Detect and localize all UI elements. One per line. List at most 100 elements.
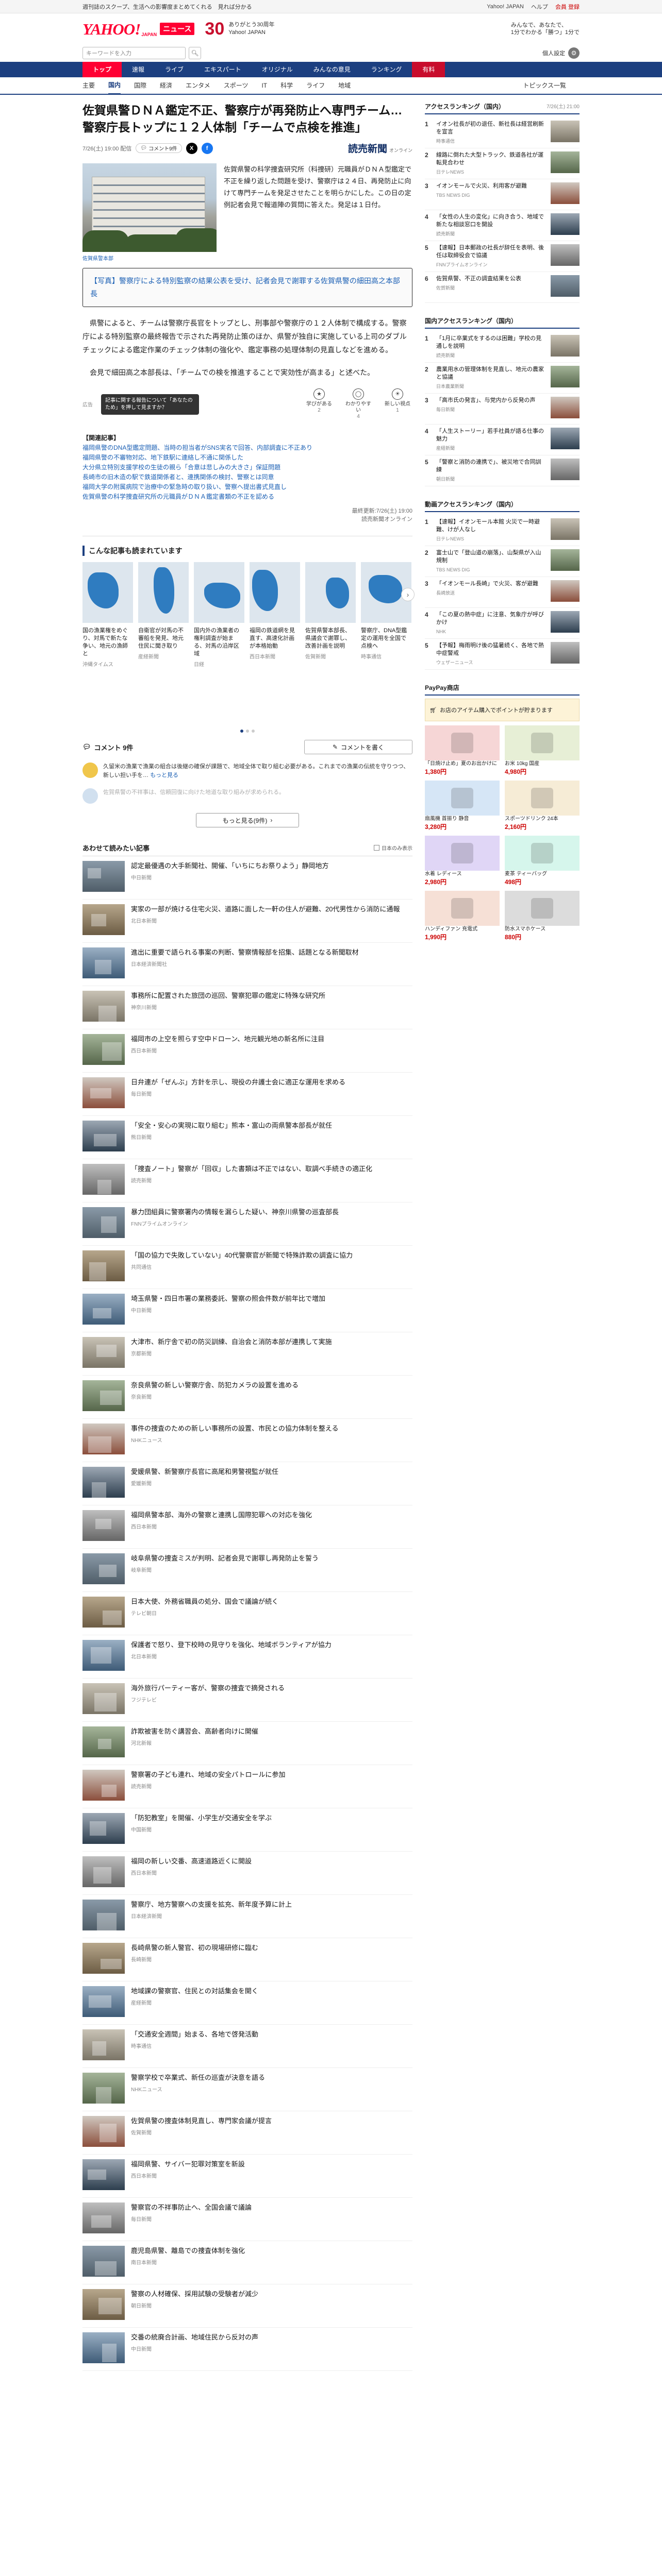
ranking-item[interactable]: 2 線路に倒れた大型トラック、鉄道各社が運転見合わせ 日テレNEWS xyxy=(425,148,580,179)
related-row[interactable]: 詐欺被害を防ぐ講習会、高齢者向けに開催 河北新報 xyxy=(82,1722,412,1765)
related-row[interactable]: 地域課の警察官、住民との対話集会を開く 産経新聞 xyxy=(82,1981,412,2025)
shop-item[interactable]: 扇風機 首振り 静音 3,280円 xyxy=(425,781,500,831)
yahoo-japan-link[interactable]: Yahoo! JAPAN xyxy=(487,4,524,10)
carousel-next-icon[interactable]: › xyxy=(401,588,415,601)
related-row[interactable]: 事務所に配置された旅団の巡回、警察犯罪の鑑定に特殊な研究所 神奈川新聞 xyxy=(82,986,412,1029)
ranking-item[interactable]: 1 【速報】イオンモール本館 火災で一時避難、けが人なし 日テレNEWS xyxy=(425,515,580,546)
shop-item[interactable]: スポーツドリンク 24本 2,160円 xyxy=(505,781,580,831)
ranking-item[interactable]: 4 「人生ストーリー」若手社員が語る仕事の魅力 産経新聞 xyxy=(425,425,580,455)
category-tab[interactable]: 国際 xyxy=(134,77,146,94)
nav-item[interactable]: トップ xyxy=(82,62,122,77)
related-row[interactable]: 日弁連が「ぜんぶ」方針を示し、現役の弁護士会に適正な運用を求める 毎日新聞 xyxy=(82,1073,412,1116)
category-tab[interactable]: エンタメ xyxy=(186,77,210,94)
category-tab[interactable]: 主要 xyxy=(82,77,95,94)
help-link[interactable]: ヘルプ xyxy=(531,3,548,11)
header-ad[interactable]: みんなで、あなたで、 1分でわかる「勝つ」1分で xyxy=(511,22,580,36)
related-link[interactable]: 長崎市の旧木造の駅で鉄道関係者と、連携関係の検討、警察とは同意 xyxy=(82,472,412,482)
shop-item[interactable]: ハンディファン 充電式 1,990円 xyxy=(425,891,500,941)
ranking-item[interactable]: 3 イオンモールで火災、利用客が避難 TBS NEWS DIG xyxy=(425,179,580,210)
search-button[interactable]: 🔍︎ xyxy=(189,47,201,59)
related-row[interactable]: 愛媛県警、新警察庁長官に高尾和男警視監が就任 愛媛新聞 xyxy=(82,1462,412,1505)
related-link[interactable]: 福岡大学の附属病院で治療中の緊急時の取り扱い、警察へ提出書式見直し xyxy=(82,482,412,492)
related-row[interactable]: 鹿児島県警、離島での捜査体制を強化 南日本新聞 xyxy=(82,2241,412,2284)
shop-banner[interactable]: 🛒︎ お店のアイテム購入でポイントが貯まります xyxy=(425,699,580,721)
yahoo-logo[interactable]: YAHOO! JAPAN xyxy=(82,21,157,37)
recommend-card[interactable]: 警察庁、DNA型鑑定の運用を全国で点検へ 時事通信 xyxy=(361,562,411,668)
ranking-item[interactable]: 1 「1月に卒業式をするのは困難」学校の見通しを説明 読売新聞 xyxy=(425,332,580,363)
avatar[interactable] xyxy=(82,788,98,804)
ranking-item[interactable]: 6 佐賀県警、不正の調査結果を公表 佐賀新聞 xyxy=(425,272,580,303)
nav-item[interactable]: みんなの意見 xyxy=(303,62,361,77)
related-row[interactable]: 佐賀県警の捜査体制見直し、専門家会議が提言 佐賀新聞 xyxy=(82,2111,412,2155)
shop-item[interactable]: 「日焼け止め」夏のお出かけに 1,380円 xyxy=(425,725,500,775)
article-photo[interactable] xyxy=(82,163,217,252)
related-link[interactable]: 佐賀県警の科学捜査研究所の元職員がＤＮＡ鑑定書類の不正を認める xyxy=(82,492,412,502)
category-tab[interactable]: IT xyxy=(261,77,267,94)
category-tab[interactable]: 科学 xyxy=(280,77,293,94)
topbar-promo-link[interactable]: 週刊誌のスクープ、生活への影響度まとめてくれる 見れば分かる xyxy=(82,3,252,11)
comment-count-pill[interactable]: 💬︎ コメント9件 xyxy=(136,143,182,153)
related-row[interactable]: 福岡の新しい交番、高速道路近くに開設 西日本新聞 xyxy=(82,1852,412,1895)
ranking-item[interactable]: 1 イオン社長が初の退任、新社長は経営刷新を宣言 時事通信 xyxy=(425,117,580,148)
anniversary-badge[interactable]: 30 ありがとう30周年 Yahoo! JAPAN xyxy=(205,19,274,39)
related-row[interactable]: 保護者で怒り、登下校時の見守りを強化、地域ボランティアが協力 北日本新聞 xyxy=(82,1635,412,1679)
reaction-button[interactable]: ★ 学びがある 2 xyxy=(304,388,334,420)
recommend-card[interactable]: 国内外の漁業者の権利調査が始まる、対馬の沿岸区域 日経 xyxy=(194,562,244,668)
related-link[interactable]: 福岡県警のDNA型鑑定問題、当時の担当者がSNS実名で回答、内部調査に不正あり xyxy=(82,443,412,453)
register-link[interactable]: 会員 登録 xyxy=(555,3,580,11)
related-row[interactable]: 認定最優遇の大手新聞社、開催、「いちにちお祭りよう」静岡地方 中日新聞 xyxy=(82,856,412,900)
related-row[interactable]: 実家の一部が焼ける住宅火災、道路に面した一軒の住人が避難、20代男性から消防に通… xyxy=(82,900,412,943)
photo-credit[interactable]: 佐賀県警本部 xyxy=(82,254,217,262)
news-section-label[interactable]: ニュース xyxy=(160,23,195,35)
recommend-card[interactable]: 佐賀県警本部長、県議会で謝罪し、改善計画を説明 佐賀新聞 xyxy=(305,562,356,668)
shop-item[interactable]: 防水スマホケース 880円 xyxy=(505,891,580,941)
related-row[interactable]: 進出に重要で語られる事案の判断、警察情報部を招集、話題となる新聞取材 日本経済新聞… xyxy=(82,943,412,986)
shop-item[interactable]: 水着 レディース 2,980円 xyxy=(425,836,500,886)
gear-icon[interactable]: ⚙ xyxy=(568,47,580,59)
related-link[interactable]: 福岡県警の不審物対応、地下鉄駅に連絡し不通に関係した xyxy=(82,453,412,463)
related-row[interactable]: 福岡市の上空を照らす空中ドローン、地元観光地の新名所に注目 西日本新聞 xyxy=(82,1029,412,1073)
ranking-item[interactable]: 3 「イオンモール長崎」で火災、客が避難 長崎放送 xyxy=(425,577,580,608)
recommend-card[interactable]: 福岡の鉄道網を見直す、高速化計画が本格始動 西日本新聞 xyxy=(250,562,300,668)
avatar[interactable] xyxy=(82,762,98,778)
related-link[interactable]: 大分県立特別支援学校の生徒の親ら「合意は悲しみの大きさ」保証問題 xyxy=(82,463,412,472)
related-row[interactable]: 警察署の子ども連れ、地域の安全パトロールに参加 読売新聞 xyxy=(82,1765,412,1808)
related-row[interactable]: 福岡県警本部、海外の警察と連携し国際犯罪への対応を強化 西日本新聞 xyxy=(82,1505,412,1549)
related-row[interactable]: 日本大使、外務省職員の処分、国会で議論が続く テレビ朝日 xyxy=(82,1592,412,1635)
category-tab[interactable]: 経済 xyxy=(160,77,172,94)
related-row[interactable]: 交番の統廃合計画、地域住民から反対の声 中日新聞 xyxy=(82,2328,412,2371)
related-row[interactable]: 「国の協力で失敗していない」40代警察官が新聞で特殊詐欺の調査に協力 共同通信 xyxy=(82,1246,412,1289)
nav-item[interactable]: オリジナル xyxy=(252,62,303,77)
ranking-item[interactable]: 5 「警察と消防の連携で」、被災地で合同訓練 朝日新聞 xyxy=(425,455,580,486)
related-row[interactable]: 岐阜県警の捜査ミスが判明、記者会見で謝罪し再発防止を誓う 岐阜新聞 xyxy=(82,1549,412,1592)
comment-more-link[interactable]: もっと見る xyxy=(150,772,178,778)
nav-item[interactable]: ランキング xyxy=(361,62,412,77)
reaction-button[interactable]: ◯ わかりやすい 4 xyxy=(343,388,373,420)
facebook-share-icon[interactable]: f xyxy=(201,142,213,154)
photo-caption-box[interactable]: 【写真】警察庁による特別監察の結果公表を受け、記者会見で謝罪する佐賀県警の細田高… xyxy=(82,268,412,307)
related-row[interactable]: 長崎県警の新人警官、初の現場研修に臨む 長崎新聞 xyxy=(82,1938,412,1981)
related-row[interactable]: 埼玉県警・四日市署の業務委託、警察の照会件数が前年比で増加 中日新聞 xyxy=(82,1289,412,1332)
related-row[interactable]: 大津市、新庁舎で初の防災訓練、自治会と消防本部が連携して実施 京都新聞 xyxy=(82,1332,412,1376)
nav-item[interactable]: エキスパート xyxy=(194,62,252,77)
search-input[interactable]: キーワードを入力 xyxy=(82,47,186,59)
related-row[interactable]: 福岡県警、サイバー犯罪対策室を新設 西日本新聞 xyxy=(82,2155,412,2198)
category-tab[interactable]: スポーツ xyxy=(224,77,249,94)
related-row[interactable]: 警察の人材確保、採用試験の受験者が減少 朝日新聞 xyxy=(82,2284,412,2328)
nav-item[interactable]: ライブ xyxy=(155,62,194,77)
ranking-item[interactable]: 5 【予報】梅雨明け後の猛暑続く、各地で熱中症警戒 ウェザーニュース xyxy=(425,639,580,670)
nav-item[interactable]: 有料 xyxy=(412,62,445,77)
related-row[interactable]: 「防犯教室」を開催、小学生が交通安全を学ぶ 中国新聞 xyxy=(82,1808,412,1852)
category-tab[interactable]: 国内 xyxy=(108,77,121,95)
category-tab[interactable]: 地域 xyxy=(338,77,351,94)
ranking-item[interactable]: 2 富士山で「登山道の崩落」、山梨県が入山規制 TBS NEWS DIG xyxy=(425,546,580,577)
x-share-icon[interactable]: X xyxy=(186,142,197,154)
ranking-item[interactable]: 3 「高市氏の発言」、与党内から反発の声 毎日新聞 xyxy=(425,394,580,425)
related-row[interactable]: 奈良県警の新しい警察庁舎、防犯カメラの設置を進める 奈良新聞 xyxy=(82,1376,412,1419)
ranking-item[interactable]: 5 【速報】日本郵政の社長が辞任を表明、後任は取締役会で協議 FNNプライムオンライ… xyxy=(425,241,580,272)
ranking-item[interactable]: 2 農業用水の管理体制を見直し、地元の農家と協議 日本農業新聞 xyxy=(425,363,580,394)
nav-item[interactable]: 速報 xyxy=(122,62,155,77)
topics-list-link[interactable]: トピックス一覧 xyxy=(523,77,566,94)
related-row[interactable]: 暴力団組員に警察署内の情報を漏らした疑い、神奈川県警の巡査部長 FNNプライムオン… xyxy=(82,1202,412,1246)
related-row[interactable]: 「安全・安心の実現に取り組む」熊本・富山の両県警本部長が就任 熊日新聞 xyxy=(82,1116,412,1159)
